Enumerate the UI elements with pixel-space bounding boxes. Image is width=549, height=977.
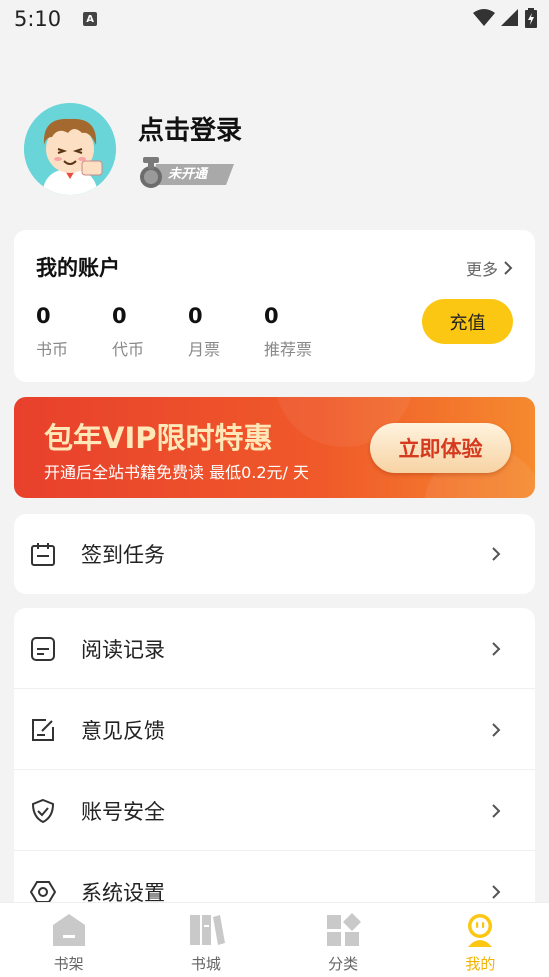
books-icon <box>189 915 225 945</box>
chevron-right-icon <box>504 261 513 275</box>
avatar[interactable] <box>24 103 116 195</box>
menu-item-account-security[interactable]: 账号安全 <box>14 770 535 851</box>
status-icons <box>473 8 537 28</box>
vip-banner-title: 包年VIP限时特惠 <box>44 421 273 455</box>
menu-label: 账号安全 <box>81 799 165 824</box>
more-label: 更多 <box>465 260 498 279</box>
user-smiley-icon <box>468 914 493 947</box>
vip-badge-label: 未开通 <box>168 167 208 182</box>
stat-value: 0 <box>188 304 203 328</box>
status-time: 5:10 <box>14 7 62 31</box>
chevron-right-icon <box>492 547 501 561</box>
tab-bookstore[interactable]: 书城 <box>137 903 274 977</box>
category-grid-icon <box>327 913 362 946</box>
signal-icon <box>501 9 518 26</box>
tab-label: 书城 <box>190 955 221 973</box>
stat-label: 代币 <box>112 340 145 359</box>
stat-book-coins[interactable]: 0 书币 <box>36 304 68 360</box>
stat-value: 0 <box>112 304 127 328</box>
account-more-link[interactable]: 更多 <box>466 256 513 280</box>
menu-label: 阅读记录 <box>81 637 165 662</box>
bottom-nav: 书架 书城 分类 我的 <box>0 902 549 977</box>
notification-icon: A <box>83 12 98 26</box>
wifi-icon <box>473 9 495 26</box>
chevron-right-icon <box>492 722 501 737</box>
chevron-right-icon <box>492 884 501 899</box>
edit-icon <box>32 718 54 741</box>
recharge-button[interactable]: 充值 <box>422 299 513 344</box>
tab-label: 分类 <box>328 955 359 973</box>
stat-label: 书币 <box>36 340 69 359</box>
tab-mine[interactable]: 我的 <box>412 903 549 977</box>
menu-item-checkin[interactable]: 签到任务 <box>14 514 535 594</box>
settings-hexagon-icon <box>30 880 56 903</box>
stat-value: 0 <box>36 304 51 328</box>
chevron-right-icon <box>492 641 501 656</box>
calendar-icon <box>31 543 55 566</box>
bookshelf-icon <box>52 914 85 946</box>
try-now-button[interactable]: 立即体验 <box>370 423 511 473</box>
shield-check-icon <box>31 798 55 823</box>
status-bar: 5:10 A <box>0 0 549 38</box>
stat-value: 0 <box>264 304 279 328</box>
avatar-illustration-icon <box>24 103 116 195</box>
menu-item-reading-history[interactable]: 阅读记录 <box>14 608 535 689</box>
checkin-card: 签到任务 <box>14 514 535 594</box>
menu-label: 签到任务 <box>81 543 165 567</box>
menu-label: 意见反馈 <box>81 718 165 743</box>
tab-bookshelf[interactable]: 书架 <box>0 903 137 977</box>
tab-label: 我的 <box>465 955 496 973</box>
chevron-right-icon <box>492 803 501 818</box>
account-card: 我的账户 更多 0 书币 0 代币 0 月票 0 推荐票 充值 <box>14 230 535 382</box>
login-link[interactable]: 点击登录 <box>138 110 242 147</box>
stat-label: 月票 <box>188 340 221 359</box>
tab-label: 书架 <box>53 955 84 973</box>
stat-tokens[interactable]: 0 代币 <box>112 304 144 360</box>
menu-item-feedback[interactable]: 意见反馈 <box>14 689 535 770</box>
vip-promo-banner[interactable]: 包年VIP限时特惠 开通后全站书籍免费读 最低0.2元/ 天 立即体验 <box>14 397 535 498</box>
stat-label: 推荐票 <box>264 340 313 359</box>
stat-recommend-tickets[interactable]: 0 推荐票 <box>264 304 312 360</box>
battery-icon <box>525 8 537 28</box>
stat-monthly-tickets[interactable]: 0 月票 <box>188 304 220 360</box>
account-title: 我的账户 <box>36 256 120 280</box>
vip-banner-subtitle: 开通后全站书籍免费读 最低0.2元/ 天 <box>44 463 310 482</box>
vip-status-badge: 未开通 <box>138 155 238 191</box>
document-icon <box>31 636 55 661</box>
menu-card: 阅读记录 意见反馈 账号安全 系统设置 <box>14 608 535 928</box>
tab-category[interactable]: 分类 <box>275 903 412 977</box>
